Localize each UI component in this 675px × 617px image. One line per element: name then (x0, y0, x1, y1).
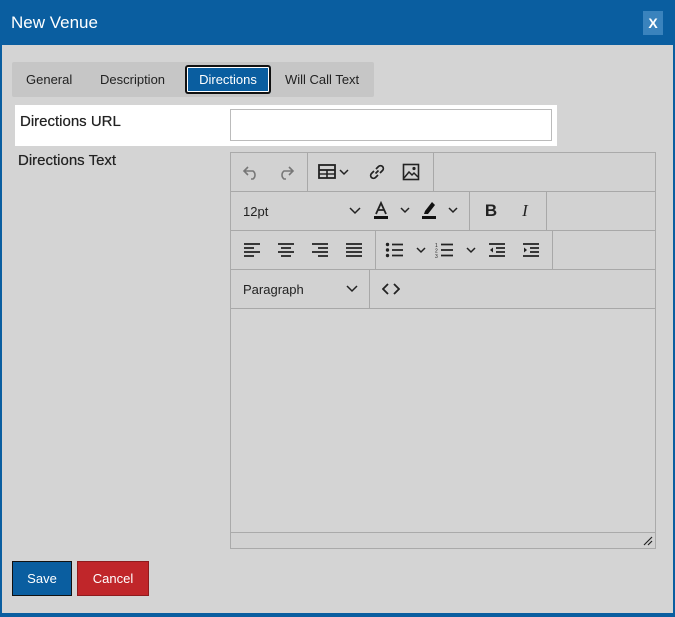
directions-url-row: Directions URL (15, 105, 557, 146)
align-justify-icon[interactable] (341, 238, 367, 262)
indent-icon[interactable] (518, 238, 544, 262)
tab-description[interactable]: Description (100, 62, 165, 97)
block-format-group: Paragraph (231, 270, 370, 308)
format-group: 12pt (231, 192, 470, 230)
directions-text-label: Directions Text (18, 152, 117, 169)
list-group: 123 (376, 231, 553, 269)
align-left-icon[interactable] (239, 238, 265, 262)
font-size-value: 12pt (243, 203, 269, 219)
toolbar-row-2: 12pt B I (231, 192, 655, 231)
style-group: B I (470, 192, 547, 230)
block-format-select[interactable]: Paragraph (243, 270, 358, 308)
bullet-list-icon[interactable] (384, 238, 428, 262)
align-right-icon[interactable] (307, 238, 333, 262)
history-group (231, 153, 308, 191)
svg-text:3: 3 (435, 254, 438, 258)
editor-content-area[interactable] (231, 309, 655, 533)
insert-group (308, 153, 434, 191)
chevron-down-icon (346, 285, 358, 293)
italic-icon[interactable]: I (512, 199, 538, 223)
source-code-icon[interactable] (378, 277, 404, 301)
highlight-color-icon[interactable] (417, 199, 461, 223)
numbered-list-icon[interactable]: 123 (434, 238, 478, 262)
table-icon[interactable] (316, 160, 356, 184)
dialog-title: New Venue (11, 13, 98, 32)
directions-url-input[interactable] (230, 109, 552, 141)
bold-icon[interactable]: B (478, 199, 504, 223)
tab-general[interactable]: General (26, 62, 72, 97)
link-icon[interactable] (364, 160, 390, 184)
alignment-group (231, 231, 376, 269)
tab-bar: General Description Directions Will Call… (12, 62, 374, 97)
new-venue-dialog: New Venue X General Description Directio… (0, 0, 675, 617)
rich-text-editor: 12pt B I 1 2 3 Paragraph (230, 152, 656, 549)
dialog-titlebar: New Venue X (2, 2, 673, 45)
resize-handle-icon[interactable] (643, 536, 653, 546)
cancel-button[interactable]: Cancel (77, 561, 149, 596)
save-button[interactable]: Save (12, 561, 72, 596)
redo-icon[interactable] (273, 160, 299, 184)
chevron-down-icon (349, 207, 361, 215)
tab-will-call-text[interactable]: Will Call Text (285, 62, 359, 97)
font-size-select[interactable]: 12pt (243, 192, 361, 230)
font-color-icon[interactable] (369, 199, 413, 223)
toolbar-row-3: 123 (231, 231, 655, 270)
close-button[interactable]: X (643, 11, 663, 35)
toolbar-row-1 (231, 153, 655, 192)
tab-directions[interactable]: Directions (185, 65, 271, 94)
block-format-value: Paragraph (243, 281, 304, 297)
undo-icon[interactable] (238, 160, 264, 184)
directions-url-label: Directions URL (20, 113, 121, 130)
align-center-icon[interactable] (273, 238, 299, 262)
image-icon[interactable] (398, 160, 424, 184)
editor-statusbar (231, 533, 655, 548)
toolbar-row-4: Paragraph (231, 270, 655, 309)
outdent-icon[interactable] (484, 238, 510, 262)
